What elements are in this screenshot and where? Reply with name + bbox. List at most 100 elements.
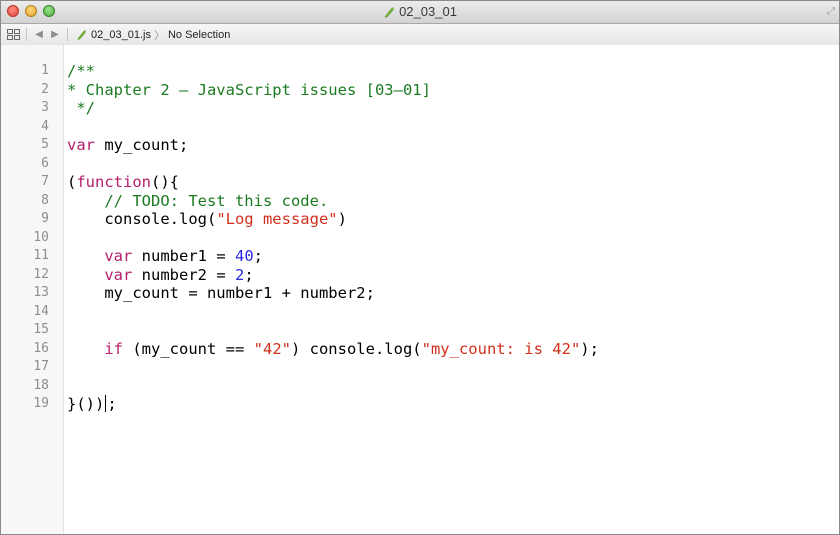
jump-bar: ◀ ▶ 02_03_01.js 〉 No Selection xyxy=(1,24,839,46)
js-file-icon xyxy=(383,6,395,18)
line-number: 3 xyxy=(41,100,49,115)
code-line[interactable]: 19 }()); xyxy=(1,395,839,414)
code-token-keyword: if xyxy=(104,339,123,358)
jumpbar-divider xyxy=(67,28,68,41)
code-line[interactable]: 6 xyxy=(1,155,839,174)
code-line[interactable]: 11 var number1 = 40; xyxy=(1,247,839,266)
line-number: 2 xyxy=(41,81,49,97)
code-line[interactable]: 1 /** xyxy=(1,62,839,81)
code-text: */ xyxy=(67,99,95,118)
line-number: 6 xyxy=(41,155,49,171)
breadcrumb-file[interactable]: 02_03_01.js xyxy=(76,29,151,41)
fullscreen-icon[interactable]: ⤢ xyxy=(827,6,835,17)
code-token-plain: my_count = number1 + number2; xyxy=(67,284,375,302)
code-editor[interactable]: 1 /** 2 * Chapter 2 – JavaScript issues [03… xyxy=(1,45,839,534)
title-bar[interactable]: 02_03_01 ⤢ xyxy=(1,1,839,24)
line-number: 4 xyxy=(41,118,49,134)
line-number: 12 xyxy=(33,266,49,282)
code-line[interactable]: 14 xyxy=(1,303,839,322)
code-token-plain: (){ xyxy=(151,173,179,191)
code-line[interactable]: 8 // TODO: Test this code. xyxy=(1,192,839,211)
code-token-comment: */ xyxy=(67,99,95,117)
code-token-keyword: var xyxy=(104,247,133,265)
code-line[interactable]: 3 */ xyxy=(1,99,839,118)
code-text: (function(){ xyxy=(67,173,179,192)
back-arrow-icon[interactable]: ◀ xyxy=(31,29,47,40)
code-token-plain: number2 = xyxy=(132,265,235,284)
code-token-plain: (my_count == xyxy=(123,339,254,358)
code-token-plain: ); xyxy=(580,339,599,358)
related-files-grid-icon[interactable] xyxy=(4,29,22,40)
code-text: var number2 = 2; xyxy=(67,265,254,285)
code-text: console.log("Log message") xyxy=(67,210,347,229)
code-line[interactable]: 10 xyxy=(1,229,839,248)
editor-window: 02_03_01 ⤢ ◀ ▶ 02_03_01.js 〉 No Selectio… xyxy=(0,0,840,535)
line-number: 18 xyxy=(33,377,49,393)
line-number: 8 xyxy=(41,192,49,208)
code-text: }()); xyxy=(67,395,117,414)
code-text: var my_count; xyxy=(67,136,188,155)
code-text: if (my_count == "42") console.log("my_co… xyxy=(67,340,599,359)
code-token-number: 2 xyxy=(234,265,245,284)
code-text: // TODO: Test this code. xyxy=(67,192,328,211)
breadcrumb-selection[interactable]: No Selection xyxy=(168,29,230,41)
line-number: 14 xyxy=(33,303,49,319)
window-title-area: 02_03_01 xyxy=(1,4,839,19)
code-token-plain: ; xyxy=(244,265,254,284)
code-line[interactable]: 15 xyxy=(1,321,839,340)
window-title: 02_03_01 xyxy=(399,4,457,19)
code-token-number: 40 xyxy=(234,247,254,265)
line-number: 7 xyxy=(41,174,49,189)
forward-arrow-icon[interactable]: ▶ xyxy=(47,29,63,40)
code-token-plain: console.log( xyxy=(67,210,217,228)
line-number: 5 xyxy=(41,137,49,152)
code-token-string: "my_count: is 42" xyxy=(421,339,581,358)
code-token-keyword: function xyxy=(76,173,151,191)
code-line[interactable]: 5 var my_count; xyxy=(1,136,839,155)
line-number: 15 xyxy=(33,322,49,337)
code-line[interactable]: 12 var number2 = 2; xyxy=(1,266,839,285)
line-number: 11 xyxy=(33,248,49,263)
code-lines: 1 /** 2 * Chapter 2 – JavaScript issues [03… xyxy=(1,62,839,414)
code-token-comment: /** xyxy=(67,62,95,80)
code-token-plain: ) xyxy=(337,210,347,228)
code-text: * Chapter 2 – JavaScript issues [03–01] xyxy=(67,81,431,100)
breadcrumb-file-name: 02_03_01.js xyxy=(91,28,151,41)
line-number: 16 xyxy=(33,340,49,356)
line-number: 13 xyxy=(33,285,49,300)
code-token-plain: ( xyxy=(67,173,77,191)
code-token-comment: * Chapter 2 – JavaScript issues [03–01] xyxy=(67,80,431,99)
jumpbar-divider xyxy=(26,28,27,41)
code-token-keyword: var xyxy=(67,136,95,154)
line-number: 10 xyxy=(33,229,49,245)
code-token-plain: number1 = xyxy=(132,247,235,265)
code-line[interactable]: 4 xyxy=(1,118,839,137)
code-line[interactable]: 7 (function(){ xyxy=(1,173,839,192)
code-line[interactable]: 18 xyxy=(1,377,839,396)
code-token-plain: ) console.log( xyxy=(290,339,422,358)
code-line[interactable]: 16 if (my_count == "42") console.log("my… xyxy=(1,340,839,359)
code-token-keyword: var xyxy=(104,265,133,284)
breadcrumb-chevron-icon: 〉 xyxy=(153,29,165,42)
code-token-plain: my_count; xyxy=(95,136,189,154)
code-token-plain: ; xyxy=(107,395,117,413)
code-line[interactable]: 9 console.log("Log message") xyxy=(1,210,839,229)
js-file-icon xyxy=(76,29,87,40)
code-token-comment: // TODO: Test this code. xyxy=(67,191,329,210)
code-token-string: "Log message" xyxy=(216,210,338,228)
line-number: 19 xyxy=(33,396,49,411)
code-token-plain: }()) xyxy=(67,395,105,413)
line-number: 1 xyxy=(41,63,49,78)
code-token-plain: ; xyxy=(253,247,263,265)
line-number: 9 xyxy=(41,211,49,226)
code-text: var number1 = 40; xyxy=(67,247,263,266)
code-text: my_count = number1 + number2; xyxy=(67,284,375,303)
line-number: 17 xyxy=(33,359,49,374)
code-line[interactable]: 2 * Chapter 2 – JavaScript issues [03–01] xyxy=(1,81,839,100)
code-line[interactable]: 13 my_count = number1 + number2; xyxy=(1,284,839,303)
code-line[interactable]: 17 xyxy=(1,358,839,377)
code-text: /** xyxy=(67,62,95,81)
